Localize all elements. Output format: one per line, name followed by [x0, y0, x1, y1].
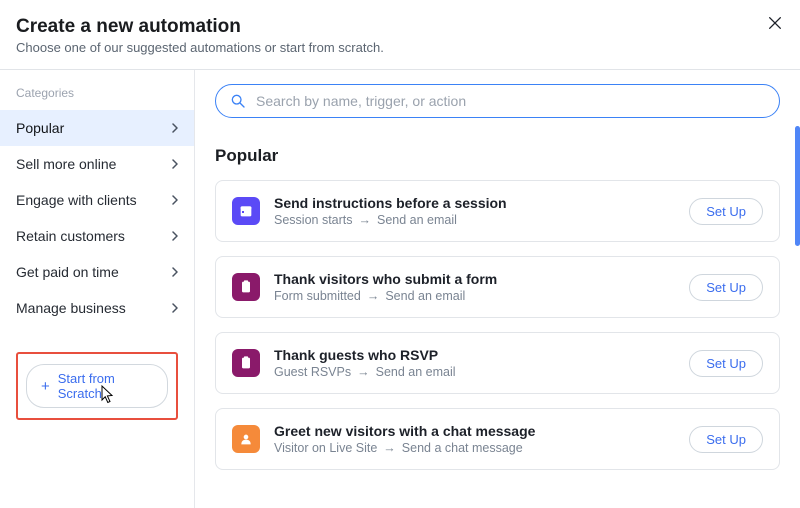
arrow-right-icon: → — [367, 289, 380, 303]
dialog-title: Create a new automation — [16, 16, 784, 38]
sidebar-item-manage-business[interactable]: Manage business — [0, 290, 194, 326]
chat-icon — [232, 425, 260, 453]
close-icon — [767, 15, 783, 31]
categories-label: Categories — [0, 80, 194, 110]
sidebar-item-label: Popular — [16, 120, 64, 136]
set-up-button[interactable]: Set Up — [689, 274, 763, 301]
close-button[interactable] — [764, 12, 786, 34]
card-subtitle: Guest RSVPs → Send an email — [274, 365, 675, 379]
sidebar-item-label: Get paid on time — [16, 264, 119, 280]
card-title: Send instructions before a session — [274, 195, 675, 211]
chevron-right-icon — [170, 231, 180, 241]
section-title: Popular — [215, 146, 780, 166]
card-subtitle: Visitor on Live Site → Send a chat messa… — [274, 441, 675, 455]
chevron-right-icon — [170, 195, 180, 205]
calendar-icon — [232, 197, 260, 225]
main-content: Popular Send instructions before a sessi… — [195, 70, 800, 508]
card-subtitle: Form submitted → Send an email — [274, 289, 675, 303]
sidebar-item-get-paid[interactable]: Get paid on time — [0, 254, 194, 290]
search-container[interactable] — [215, 84, 780, 118]
cursor-icon — [96, 384, 116, 411]
sidebar-item-label: Retain customers — [16, 228, 125, 244]
automation-card: Greet new visitors with a chat message V… — [215, 408, 780, 470]
chevron-right-icon — [170, 159, 180, 169]
arrow-right-icon: → — [359, 213, 372, 227]
sidebar-item-retain-customers[interactable]: Retain customers — [0, 218, 194, 254]
chevron-right-icon — [170, 267, 180, 277]
dialog-header: Create a new automation Choose one of ou… — [0, 0, 800, 69]
search-icon — [230, 93, 246, 109]
sidebar-item-label: Sell more online — [16, 156, 116, 172]
card-title: Thank guests who RSVP — [274, 347, 675, 363]
sidebar-item-engage-clients[interactable]: Engage with clients — [0, 182, 194, 218]
set-up-button[interactable]: Set Up — [689, 198, 763, 225]
chevron-right-icon — [170, 303, 180, 313]
sidebar-item-popular[interactable]: Popular — [0, 110, 194, 146]
automation-card: Thank visitors who submit a form Form su… — [215, 256, 780, 318]
card-subtitle: Session starts → Send an email — [274, 213, 675, 227]
arrow-right-icon: → — [357, 365, 370, 379]
chevron-right-icon — [170, 123, 180, 133]
highlight-annotation: + Start from Scratch — [16, 352, 178, 420]
search-input[interactable] — [256, 93, 765, 109]
categories-sidebar: Categories Popular Sell more online Enga… — [0, 70, 195, 508]
automation-card: Send instructions before a session Sessi… — [215, 180, 780, 242]
sidebar-item-label: Engage with clients — [16, 192, 137, 208]
sidebar-item-sell-more[interactable]: Sell more online — [0, 146, 194, 182]
arrow-right-icon: → — [383, 441, 396, 455]
card-title: Greet new visitors with a chat message — [274, 423, 675, 439]
automation-card: Thank guests who RSVP Guest RSVPs → Send… — [215, 332, 780, 394]
dialog-subtitle: Choose one of our suggested automations … — [16, 40, 784, 55]
set-up-button[interactable]: Set Up — [689, 426, 763, 453]
set-up-button[interactable]: Set Up — [689, 350, 763, 377]
sidebar-item-label: Manage business — [16, 300, 126, 316]
scrollbar-thumb[interactable] — [795, 126, 800, 246]
clipboard-icon — [232, 273, 260, 301]
clipboard-icon — [232, 349, 260, 377]
plus-icon: + — [41, 379, 50, 394]
card-title: Thank visitors who submit a form — [274, 271, 675, 287]
